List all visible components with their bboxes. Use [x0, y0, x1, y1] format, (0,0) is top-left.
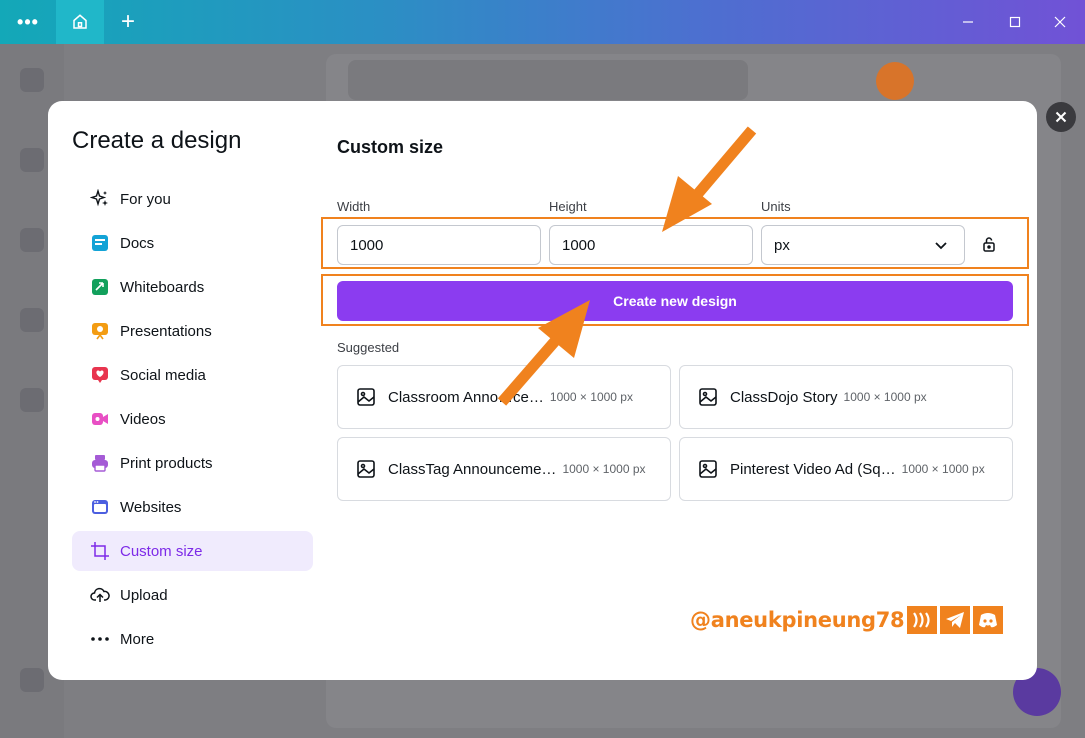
home-tab[interactable]	[56, 0, 104, 44]
home-icon	[73, 14, 87, 29]
nav-label: Videos	[120, 410, 166, 428]
units-value: px	[774, 236, 790, 254]
nav-label: Social media	[120, 366, 206, 384]
crop-icon	[90, 541, 110, 561]
printer-icon	[90, 453, 110, 473]
plus-icon[interactable]: +	[106, 0, 150, 44]
width-label: Width	[337, 199, 371, 214]
heart-icon	[90, 365, 110, 385]
suggested-size: 1000 × 1000 px	[901, 462, 985, 476]
create-new-design-button[interactable]: Create new design	[337, 281, 1013, 321]
discord-icon	[973, 606, 1004, 634]
watermark: @aneukpineung78	[690, 606, 1004, 634]
lock-icon[interactable]	[978, 233, 1000, 255]
suggested-card[interactable]: ClassTag Announceme… 1000 × 1000 px	[337, 437, 671, 501]
more-dots-icon[interactable]: •••	[4, 0, 52, 44]
image-icon	[357, 388, 375, 406]
rail-icon	[20, 668, 44, 692]
suggested-size: 1000 × 1000 px	[549, 390, 633, 404]
category-nav: For you Docs Whiteboards Presentations S…	[72, 179, 313, 663]
nav-label: Custom size	[120, 542, 203, 560]
nav-label: Upload	[120, 586, 168, 604]
rail-icon	[20, 148, 44, 172]
suggested-size: 1000 × 1000 px	[843, 390, 927, 404]
rail-icon	[20, 228, 44, 252]
rail-icon	[20, 308, 44, 332]
units-select[interactable]: px	[761, 225, 965, 265]
nav-item-upload[interactable]: Upload	[72, 575, 313, 615]
nav-item-for-you[interactable]: For you	[72, 179, 313, 219]
sparkles-icon	[90, 189, 110, 209]
maximize-icon[interactable]	[992, 0, 1038, 44]
height-value: 1000	[562, 236, 596, 254]
nav-item-custom-size[interactable]: Custom size	[72, 531, 313, 571]
website-icon	[90, 497, 110, 517]
nav-item-videos[interactable]: Videos	[72, 399, 313, 439]
docs-icon	[90, 233, 110, 253]
suggested-name: Classroom Anno…ce…	[388, 388, 544, 406]
chevron-down-icon	[935, 242, 947, 250]
custom-size-title: Custom size	[337, 137, 444, 157]
suggested-card[interactable]: Classroom Anno…ce… 1000 × 1000 px	[337, 365, 671, 429]
rail-icon	[20, 68, 44, 92]
nav-label: For you	[120, 190, 171, 208]
telegram-icon	[940, 606, 971, 634]
nav-label: Websites	[120, 498, 182, 516]
suggested-label: Suggested	[337, 340, 400, 355]
video-icon	[90, 409, 110, 429]
image-icon	[699, 460, 717, 478]
modal-close-button[interactable]	[1046, 102, 1076, 132]
minimize-icon[interactable]	[944, 0, 992, 44]
units-label: Units	[761, 199, 791, 214]
suggested-name: ClassDojo Story	[730, 388, 838, 406]
nav-item-whiteboards[interactable]: Whiteboards	[72, 267, 313, 307]
avatar	[876, 62, 914, 100]
nav-item-docs[interactable]: Docs	[72, 223, 313, 263]
nav-item-presentations[interactable]: Presentations	[72, 311, 313, 351]
modal-title: Create a design	[72, 127, 242, 154]
more-dots-icon	[90, 629, 110, 649]
nav-label: Whiteboards	[120, 278, 205, 296]
presentation-icon	[90, 321, 110, 341]
suggested-size: 1000 × 1000 px	[562, 462, 646, 476]
height-label: Height	[549, 199, 587, 214]
steem-icon	[907, 606, 938, 634]
whiteboard-icon	[90, 277, 110, 297]
nav-label: Presentations	[120, 322, 212, 340]
close-icon	[1055, 111, 1067, 123]
background-search	[348, 60, 748, 100]
suggested-card[interactable]: Pinterest Video Ad (Sq… 1000 × 1000 px	[679, 437, 1013, 501]
suggested-card[interactable]: ClassDojo Story 1000 × 1000 px	[679, 365, 1013, 429]
nav-item-social-media[interactable]: Social media	[72, 355, 313, 395]
suggested-name: ClassTag Announceme…	[388, 460, 557, 478]
nav-item-more[interactable]: More	[72, 619, 313, 659]
nav-label: Print products	[120, 454, 213, 472]
image-icon	[357, 460, 375, 478]
height-field[interactable]: 1000	[549, 225, 753, 265]
create-design-modal: Create a design For you Docs Whiteboards…	[48, 101, 1037, 680]
close-icon[interactable]	[1036, 0, 1084, 44]
rail-icon	[20, 388, 44, 412]
image-icon	[699, 388, 717, 406]
nav-item-websites[interactable]: Websites	[72, 487, 313, 527]
suggested-name: Pinterest Video Ad (Sq…	[730, 460, 896, 478]
nav-label: More	[120, 630, 155, 648]
window-titlebar: ••• +	[0, 0, 1085, 44]
width-field[interactable]: 1000	[337, 225, 541, 265]
nav-label: Docs	[120, 234, 155, 252]
nav-item-print-products[interactable]: Print products	[72, 443, 313, 483]
width-value: 1000	[350, 236, 384, 254]
cloud-upload-icon	[90, 585, 110, 605]
watermark-handle: @aneukpineung78	[690, 608, 905, 632]
